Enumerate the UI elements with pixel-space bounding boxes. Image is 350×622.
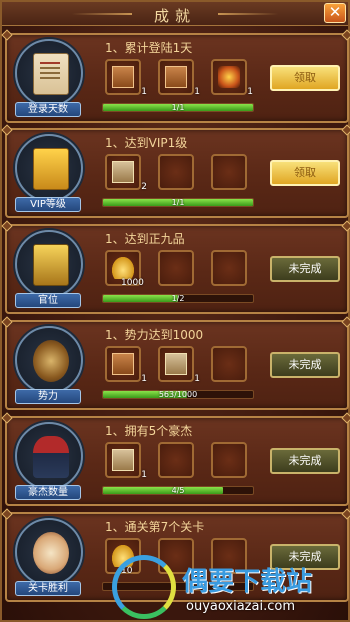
reward-slot[interactable]: 1 [211,59,253,97]
task-text: 1、通关第7个关卡 [105,520,205,534]
card2-icon [165,353,187,375]
card2-icon [112,449,134,471]
reward-count: 1 [141,87,147,97]
coin-icon [33,532,69,574]
medal-caption: 官位 [15,293,81,308]
reward-slot-empty [158,154,194,190]
card-icon [112,161,134,183]
incomplete-button[interactable]: 未完成 [270,448,340,474]
watermark-url: ouyaoxiazai.com [186,599,295,614]
title-ornament-right [218,13,278,15]
medal [15,422,83,490]
medal-caption: 豪杰数量 [15,485,81,500]
watermark-title: 偶要下载站 [182,567,313,597]
task-text: 1、达到正九品 [105,232,185,246]
reward-count: 1 [247,87,253,97]
hero-icon [33,436,69,478]
jade-icon [33,340,69,382]
medal [15,326,83,394]
gold-ingot-icon [112,257,134,279]
reward-slot[interactable]: 1 [158,346,200,384]
reward-slot-empty [211,250,247,286]
scroll-icon [33,53,69,95]
claim-button[interactable]: 领取 [270,65,340,91]
reward-slot[interactable]: 1 [105,59,147,97]
progress-text: 1/2 [171,294,185,303]
reward-slot[interactable]: 1 [105,442,147,480]
reward-slot-empty [158,442,194,478]
claim-button[interactable]: 领取 [270,160,340,186]
progress-bar: 1/1 [102,198,254,207]
achievement-card: VIP等级 1、达到VIP1级 2 1/1 领取 [5,128,349,218]
progress-bar: 1/1 [102,103,254,112]
progress-bar: 1/2 [102,294,254,303]
watermark: 偶要下载站 ouyaoxiazai.com [112,555,350,622]
reward-count: 1 [194,87,200,97]
medal-caption: 关卡胜利 [15,581,81,596]
incomplete-button[interactable]: 未完成 [270,256,340,282]
reward-count: 1 [194,374,200,384]
achievement-card: 官位 1、达到正九品 1000 1/2 未完成 [5,224,349,314]
card-icon [165,66,187,88]
reward-count: 1000 [121,278,144,288]
reward-slot[interactable]: 1 [158,59,200,97]
achievement-card: 登录天数 1、累计登陆1天 1 1 1 1/1 领取 [5,33,349,123]
reward-slot-empty [211,346,247,382]
lamp-icon [218,66,240,88]
medal [15,518,83,586]
reward-count: 1 [141,470,147,480]
close-button[interactable]: ✕ [324,3,346,23]
page-title: 成就 [153,7,196,25]
medal-caption: 势力 [15,389,81,404]
reward-slot[interactable]: 2 [105,154,147,192]
incomplete-button[interactable]: 未完成 [270,352,340,378]
medal [15,230,83,298]
medal-caption: 登录天数 [15,102,81,117]
task-text: 1、累计登陆1天 [105,41,193,55]
reward-count: 2 [141,182,147,192]
reward-slot-empty [158,250,194,286]
reward-slot-empty [211,442,247,478]
medal-caption: VIP等级 [15,197,81,212]
progress-bar: 563/1000 [102,390,254,399]
reward-count: 1 [141,374,147,384]
medal [15,134,83,202]
header-bar: 成就 ✕ [2,2,348,26]
progress-text: 1/1 [171,103,185,112]
close-icon: ✕ [328,3,342,21]
achievement-card: 势力 1、势力达到1000 1 1 563/1000 未完成 [5,320,349,410]
task-text: 1、势力达到1000 [105,328,204,342]
watermark-logo-icon [112,555,176,619]
card-icon [112,353,134,375]
achievement-card: 豪杰数量 1、拥有5个豪杰 1 4/5 未完成 [5,416,349,506]
progress-bar: 4/5 [102,486,254,495]
task-text: 1、达到VIP1级 [105,136,188,150]
reward-slot-empty [211,154,247,190]
progress-text: 563/1000 [158,390,198,399]
progress-text: 1/1 [171,198,185,207]
seal-icon [33,244,69,286]
vip-icon [33,148,69,190]
medal [15,39,83,107]
reward-slot[interactable]: 1 [105,346,147,384]
card-icon [112,66,134,88]
reward-slot[interactable]: 1000 [105,250,144,288]
achievements-screen: 成就 ✕ 登录天数 1、累计登陆1天 1 1 1 1/1 领取 VIP等级 1、… [0,0,350,622]
progress-text: 4/5 [171,486,185,495]
task-text: 1、拥有5个豪杰 [105,424,193,438]
